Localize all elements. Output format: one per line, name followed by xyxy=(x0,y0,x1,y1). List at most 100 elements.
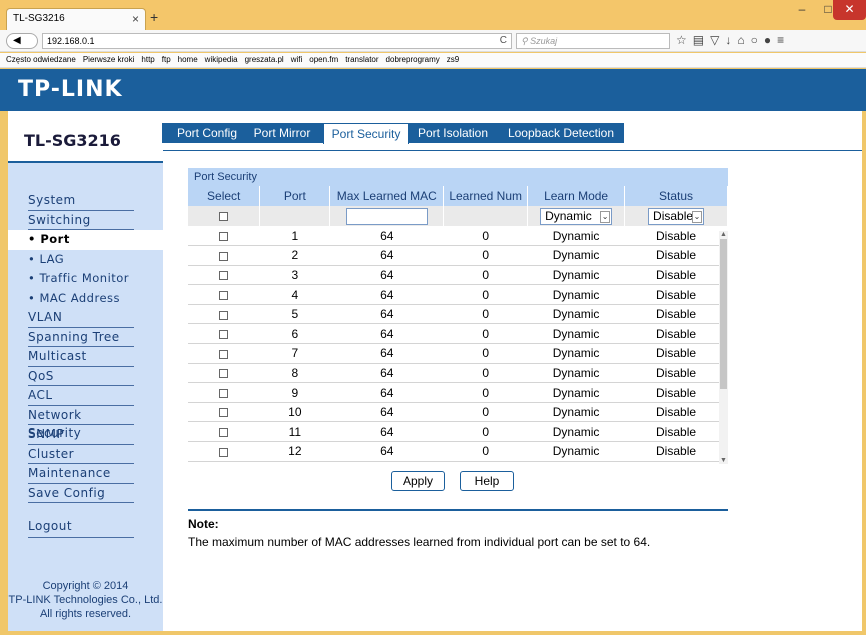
tab-loopback-detection[interactable]: Loopback Detection xyxy=(499,123,623,143)
pocket-icon[interactable]: ▽ xyxy=(710,33,725,47)
sidebar-item-save-config[interactable]: Save Config xyxy=(28,484,134,503)
sidebar-item-cluster[interactable]: Cluster xyxy=(28,445,134,464)
help-button[interactable]: Help xyxy=(460,471,514,491)
close-tab-icon[interactable]: × xyxy=(132,12,139,26)
minimize-icon[interactable]: – xyxy=(789,0,815,20)
tab-port-security[interactable]: Port Security xyxy=(323,123,409,144)
sidebar-item-lag[interactable]: • LAG xyxy=(28,250,134,270)
table-scrollbar[interactable]: ▲ ▼ xyxy=(719,231,728,464)
bookmark-item[interactable]: open.fm xyxy=(309,55,338,64)
row-checkbox[interactable] xyxy=(219,369,229,379)
cell-select xyxy=(188,323,260,345)
row-checkbox[interactable] xyxy=(219,428,229,438)
tab-port-isolation[interactable]: Port Isolation xyxy=(413,123,493,143)
sidebar-item-spanning-tree[interactable]: Spanning Tree xyxy=(28,328,134,347)
back-icon[interactable]: ◀ xyxy=(6,33,38,49)
table-row[interactable]: 9 64 0 Dynamic Disable xyxy=(188,382,728,403)
cell-port: 12 xyxy=(259,441,330,462)
cell-port: 6 xyxy=(259,323,330,345)
browser-tab[interactable]: TL-SG3216 × xyxy=(6,8,146,30)
cell-mode: Dynamic xyxy=(527,441,625,462)
row-checkbox[interactable] xyxy=(219,408,229,418)
new-tab-icon[interactable]: + xyxy=(150,9,158,25)
sidebar-item-traffic-monitor[interactable]: • Traffic Monitor xyxy=(28,269,134,289)
browser-toolbar-icons: ☆▤▽↓⌂○●≡ xyxy=(676,33,790,47)
col-status: Status xyxy=(624,186,728,206)
reader-icon[interactable]: ▤ xyxy=(693,33,710,47)
table-row[interactable]: 2 64 0 Dynamic Disable xyxy=(188,245,728,266)
apply-button[interactable]: Apply xyxy=(391,471,445,491)
select-all-checkbox[interactable] xyxy=(219,212,229,222)
row-checkbox[interactable] xyxy=(219,330,229,340)
download-icon[interactable]: ↓ xyxy=(725,33,737,47)
row-checkbox[interactable] xyxy=(219,231,229,241)
scroll-down-icon[interactable]: ▼ xyxy=(719,457,728,464)
table-row[interactable]: 12 64 0 Dynamic Disable xyxy=(188,441,728,462)
sidebar-item-switching[interactable]: Switching xyxy=(28,211,134,230)
url-bar[interactable]: 192.168.0.1 C xyxy=(42,33,512,49)
learn-mode-select[interactable]: Dynamic ⌄ xyxy=(540,207,613,225)
scroll-up-icon[interactable]: ▲ xyxy=(719,231,728,238)
sidebar-item-maintenance[interactable]: Maintenance xyxy=(28,464,134,484)
home-icon[interactable]: ⌂ xyxy=(737,33,750,47)
cell-port: 4 xyxy=(259,284,330,305)
bookmark-item[interactable]: translator xyxy=(345,55,378,64)
col-max-learned-mac: Max Learned MAC xyxy=(329,186,445,206)
table-row[interactable]: 1 64 0 Dynamic Disable xyxy=(188,226,728,247)
tab-port-mirror[interactable]: Port Mirror xyxy=(247,123,317,143)
close-window-icon[interactable]: ✕ xyxy=(833,0,866,20)
cell-mode: Dynamic xyxy=(527,323,625,345)
table-row[interactable]: 4 64 0 Dynamic Disable xyxy=(188,284,728,305)
table-row[interactable]: 3 64 0 Dynamic Disable xyxy=(188,265,728,286)
table-row[interactable]: 5 64 0 Dynamic Disable xyxy=(188,304,728,325)
sidebar-item-vlan[interactable]: VLAN xyxy=(28,308,134,328)
row-checkbox[interactable] xyxy=(219,290,229,300)
url-text: 192.168.0.1 xyxy=(47,36,95,46)
scrollbar-thumb[interactable] xyxy=(720,239,727,389)
bookmark-item[interactable]: home xyxy=(178,55,198,64)
sidebar-item-qos[interactable]: QoS xyxy=(28,367,134,386)
search-input[interactable]: ⚲ Szukaj xyxy=(516,33,670,49)
menu-icon[interactable]: ≡ xyxy=(777,33,790,47)
search-placeholder: Szukaj xyxy=(530,36,558,46)
sidebar-item-port[interactable]: • Port xyxy=(8,230,163,250)
main-content: Port Config Port Mirror Port Security Po… xyxy=(162,111,862,631)
sidebar-item-system[interactable]: System xyxy=(28,191,134,211)
sidebar-item-multicast[interactable]: Multicast xyxy=(28,347,134,367)
table-row[interactable]: 8 64 0 Dynamic Disable xyxy=(188,363,728,384)
bookmark-item[interactable]: ftp xyxy=(162,55,171,64)
sidebar-item-acl[interactable]: ACL xyxy=(28,386,134,406)
logout-link[interactable]: Logout xyxy=(28,519,134,538)
cell-port: 2 xyxy=(259,245,330,266)
cell-select xyxy=(188,304,260,325)
row-checkbox[interactable] xyxy=(219,310,229,320)
table-row[interactable]: 7 64 0 Dynamic Disable xyxy=(188,343,728,364)
bookmark-item[interactable]: Często odwiedzane xyxy=(6,55,76,64)
row-checkbox[interactable] xyxy=(219,388,229,398)
adblock-icon[interactable]: ● xyxy=(764,33,777,47)
row-checkbox[interactable] xyxy=(219,251,229,261)
table-row[interactable]: 10 64 0 Dynamic Disable xyxy=(188,402,728,423)
row-checkbox[interactable] xyxy=(219,349,229,359)
tab-port-config[interactable]: Port Config xyxy=(167,123,247,143)
bookmark-item[interactable]: http xyxy=(141,55,154,64)
chevron-down-icon: ⌄ xyxy=(600,210,611,223)
sidebar-item-network-security[interactable]: Network Security xyxy=(28,406,134,440)
star-icon[interactable]: ☆ xyxy=(676,33,693,47)
max-learned-mac-input[interactable] xyxy=(345,207,428,225)
reload-icon[interactable]: C xyxy=(500,35,507,46)
status-select[interactable]: Disable ⌄ xyxy=(648,207,705,225)
bookmark-item[interactable]: greszata.pl xyxy=(245,55,284,64)
row-checkbox[interactable] xyxy=(219,447,229,457)
row-checkbox[interactable] xyxy=(219,271,229,281)
bookmark-item[interactable]: wikipedia xyxy=(205,55,238,64)
bookmark-item[interactable]: Pierwsze kroki xyxy=(83,55,135,64)
filter-row: Dynamic ⌄ Disable ⌄ xyxy=(188,206,728,226)
table-row[interactable]: 11 64 0 Dynamic Disable xyxy=(188,421,728,443)
table-row[interactable]: 6 64 0 Dynamic Disable xyxy=(188,323,728,345)
bookmark-item[interactable]: zs9 xyxy=(447,55,459,64)
chat-icon[interactable]: ○ xyxy=(751,33,764,47)
bookmark-item[interactable]: wifi xyxy=(291,55,303,64)
bookmark-item[interactable]: dobreprogramy xyxy=(386,55,440,64)
sidebar-item-mac-address[interactable]: • MAC Address xyxy=(28,289,134,309)
